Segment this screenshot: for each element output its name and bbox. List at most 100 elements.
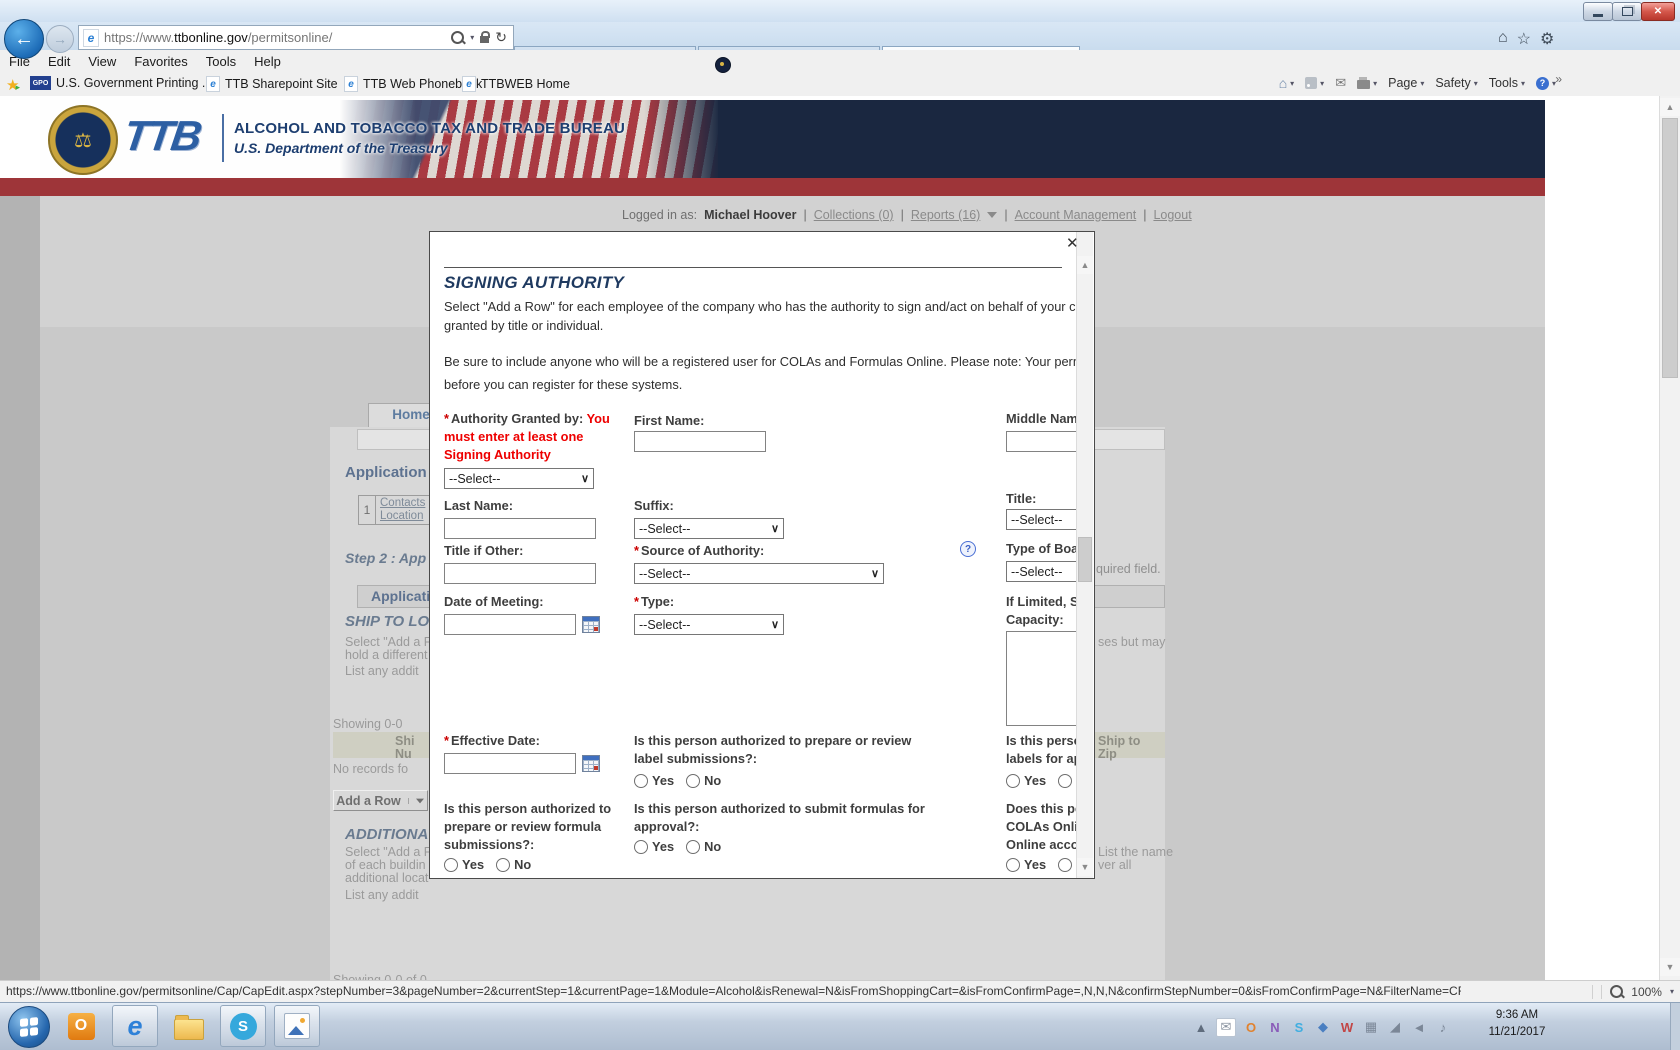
menu-view[interactable]: View (79, 54, 125, 69)
source-of-authority-select[interactable]: --Select--∨ (634, 563, 884, 584)
title-select[interactable]: --Select-- (1006, 509, 1076, 530)
toolbar-overflow-icon[interactable]: » (1555, 72, 1562, 86)
favorites-star-icon[interactable]: ☆ (1517, 29, 1531, 49)
tray-skype-icon[interactable]: S (1290, 1020, 1308, 1035)
date-of-meeting-input[interactable] (444, 614, 576, 635)
scrollbar-thumb[interactable] (1662, 118, 1678, 378)
tray-onenote-icon[interactable]: N (1266, 1020, 1284, 1035)
tray-volume-icon[interactable]: ◄ (1410, 1020, 1428, 1035)
page-menu-button[interactable]: Page▾ (1388, 76, 1424, 90)
location-link[interactable]: Location (380, 510, 423, 522)
ship-col-fragment: Nu (395, 748, 412, 761)
back-button[interactable]: ← (4, 19, 44, 59)
account-management-link[interactable]: Account Management (1015, 208, 1137, 222)
search-icon[interactable] (451, 31, 464, 44)
help-icon[interactable]: ? (960, 541, 976, 557)
read-mail-button[interactable]: ✉ (1335, 75, 1346, 91)
zoom-control[interactable]: 100% ▾ (1592, 981, 1674, 1002)
settings-gear-icon[interactable]: ⚙ (1540, 29, 1554, 49)
scroll-up-icon[interactable]: ▲ (1660, 98, 1680, 116)
no-radio[interactable] (1058, 858, 1072, 872)
menu-tools[interactable]: Tools (197, 54, 245, 69)
zoom-level[interactable]: 100% (1631, 985, 1662, 999)
middle-name-input[interactable] (1006, 431, 1076, 452)
collections-link[interactable]: Collections (0) (814, 208, 894, 222)
scroll-down-icon[interactable]: ▼ (1077, 858, 1093, 876)
tray-media-icon[interactable]: ♪ (1434, 1020, 1452, 1035)
contacts-link[interactable]: Contacts (380, 497, 425, 509)
taskbar-skype-button[interactable]: S (220, 1005, 266, 1047)
close-window-button[interactable]: ✕ (1641, 2, 1675, 21)
taskbar-photos-button[interactable] (274, 1005, 320, 1047)
help-menu-button[interactable]: ?▾ (1536, 77, 1556, 90)
suffix-select[interactable]: --Select--∨ (634, 518, 784, 539)
feeds-button[interactable]: ▾ (1305, 77, 1324, 89)
scroll-up-icon[interactable]: ▲ (1077, 256, 1093, 274)
window-titlebar[interactable]: ✕ (0, 0, 1680, 22)
taskbar-ie-button[interactable]: e (112, 1005, 158, 1047)
calendar-icon[interactable] (582, 755, 600, 772)
yes-radio[interactable] (444, 858, 458, 872)
show-desktop-button[interactable] (1670, 1003, 1680, 1050)
logout-link[interactable]: Logout (1153, 208, 1191, 222)
tray-shield-icon[interactable]: ◆ (1314, 1019, 1332, 1035)
favorite-ttbweb-home[interactable]: e TTBWEB Home (462, 76, 570, 92)
title-if-other-input[interactable] (444, 563, 596, 584)
calendar-icon[interactable] (582, 616, 600, 633)
reports-link[interactable]: Reports (16) (911, 208, 980, 222)
effective-date-input[interactable] (444, 753, 576, 774)
tools-menu-button[interactable]: Tools▾ (1489, 76, 1525, 90)
capacity-textarea[interactable] (1006, 631, 1076, 726)
start-button[interactable] (8, 1006, 50, 1048)
tray-network-icon[interactable]: ◢ (1386, 1019, 1404, 1035)
menu-edit[interactable]: Edit (39, 54, 79, 69)
no-radio[interactable] (1058, 774, 1072, 788)
tray-word-icon[interactable]: W (1338, 1020, 1356, 1035)
dialog-close-icon[interactable]: ✕ (1066, 234, 1079, 252)
taskbar-outlook-button[interactable]: O (58, 1005, 104, 1047)
restore-button[interactable] (1612, 2, 1642, 21)
header-divider (222, 114, 224, 162)
print-button[interactable]: ▾ (1357, 77, 1377, 89)
hidden-icons-chevron[interactable]: ▲ (1192, 1020, 1210, 1035)
safety-menu-button[interactable]: Safety▾ (1435, 76, 1477, 90)
type-select[interactable]: --Select--∨ (634, 614, 784, 635)
refresh-icon[interactable]: ↻ (495, 29, 507, 46)
zoom-caret-icon[interactable]: ▾ (1670, 987, 1674, 996)
scroll-down-icon[interactable]: ▼ (1660, 958, 1680, 976)
menu-favorites[interactable]: Favorites (125, 54, 196, 69)
forward-button[interactable]: → (46, 25, 74, 53)
no-radio[interactable] (686, 774, 700, 788)
tray-outlook-icon[interactable]: O (1242, 1020, 1260, 1035)
yes-radio[interactable] (1006, 774, 1020, 788)
yes-radio[interactable] (634, 840, 648, 854)
dialog-scrollbar[interactable]: ▲ ▼ (1076, 232, 1093, 878)
favorite-label: U.S. Government Printing ... (56, 76, 212, 90)
taskbar-clock[interactable]: 9:36 AM 11/21/2017 (1484, 1007, 1550, 1047)
minimize-button[interactable] (1583, 2, 1613, 21)
favorite-gpo[interactable]: GPO U.S. Government Printing ... (30, 76, 212, 90)
address-url[interactable]: https://www.ttbonline.gov/permitsonline/ (104, 30, 445, 45)
address-bar[interactable]: e https://www.ttbonline.gov/permitsonlin… (78, 25, 514, 50)
menu-help[interactable]: Help (245, 54, 290, 69)
yes-radio[interactable] (1006, 858, 1020, 872)
search-caret-icon[interactable]: ▾ (470, 33, 474, 42)
tray-mail-icon[interactable]: ✉ (1216, 1018, 1236, 1037)
home-menu-button[interactable]: ⌂▾ (1279, 75, 1294, 91)
tray-keyboard-icon[interactable]: ▦ (1362, 1019, 1380, 1035)
favorite-sharepoint[interactable]: e TTB Sharepoint Site (206, 76, 338, 92)
reports-caret-icon[interactable] (987, 212, 997, 218)
last-name-input[interactable] (444, 518, 596, 539)
taskbar-explorer-button[interactable] (166, 1005, 212, 1047)
add-row-button[interactable]: Add a Row (333, 790, 428, 811)
yes-radio[interactable] (634, 774, 648, 788)
authority-granted-select[interactable]: --Select--∨ (444, 468, 594, 489)
type-of-board-select[interactable]: --Select-- (1006, 561, 1076, 582)
no-radio[interactable] (686, 840, 700, 854)
first-name-input[interactable] (634, 431, 766, 452)
scrollbar-thumb[interactable] (1078, 537, 1092, 582)
no-radio[interactable] (496, 858, 510, 872)
home-icon[interactable]: ⌂ (1498, 29, 1508, 49)
add-favorite-button[interactable]: ★▸ (6, 76, 20, 94)
browser-scrollbar[interactable]: ▲ ▼ (1659, 96, 1680, 980)
